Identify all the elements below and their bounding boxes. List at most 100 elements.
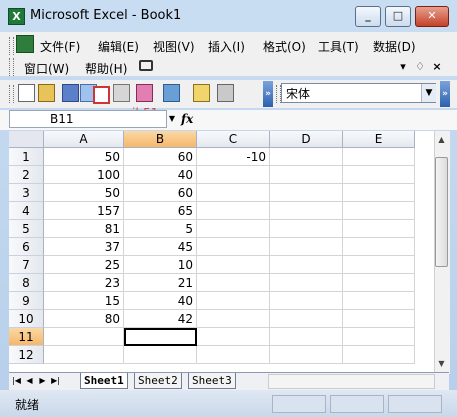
menu-format[interactable]: 格式(O) [261, 37, 308, 56]
cell-a3[interactable]: 50 [44, 184, 124, 202]
cell-b6[interactable]: 45 [124, 238, 197, 256]
print-preview-2-icon[interactable] [136, 84, 153, 102]
next-sheet-icon[interactable]: ▶ [37, 374, 48, 387]
cell-a6[interactable]: 37 [44, 238, 124, 256]
menu-window[interactable]: 窗口(W) [22, 59, 71, 78]
cell-a9[interactable]: 15 [44, 292, 124, 310]
cell-a11[interactable] [44, 328, 124, 346]
cell-d9[interactable] [270, 292, 343, 310]
cell-d10[interactable] [270, 310, 343, 328]
doc-minimize-button[interactable]: ▾ [396, 60, 410, 73]
column-header-e[interactable]: E [343, 131, 415, 148]
cell-e3[interactable] [343, 184, 415, 202]
cell-c11[interactable] [197, 328, 270, 346]
cell-b8[interactable]: 21 [124, 274, 197, 292]
minimize-button[interactable]: _ [355, 6, 381, 27]
research-icon[interactable] [193, 84, 210, 102]
maximize-button[interactable]: □ [385, 6, 411, 27]
cell-c7[interactable] [197, 256, 270, 274]
cell-a8[interactable]: 23 [44, 274, 124, 292]
cell-b12[interactable] [124, 346, 197, 364]
menu-data[interactable]: 数据(D) [371, 37, 418, 56]
cell-e7[interactable] [343, 256, 415, 274]
column-header-b[interactable]: B [124, 131, 197, 148]
column-header-a[interactable]: A [44, 131, 124, 148]
menubar-grip[interactable] [9, 37, 14, 55]
cell-c9[interactable] [197, 292, 270, 310]
row-header[interactable]: 6 [9, 238, 44, 256]
cell-b7[interactable]: 10 [124, 256, 197, 274]
cell-a5[interactable]: 81 [44, 220, 124, 238]
new-icon[interactable] [18, 84, 35, 102]
last-sheet-icon[interactable]: ▶| [50, 374, 61, 387]
cell-a7[interactable]: 25 [44, 256, 124, 274]
cell-c6[interactable] [197, 238, 270, 256]
cell-c5[interactable] [197, 220, 270, 238]
cell-d2[interactable] [270, 166, 343, 184]
menu-view[interactable]: 视图(V) [151, 37, 197, 56]
cell-d12[interactable] [270, 346, 343, 364]
row-header[interactable]: 4 [9, 202, 44, 220]
cell-c1[interactable]: -10 [197, 148, 270, 166]
cell-a2[interactable]: 100 [44, 166, 124, 184]
cell-d3[interactable] [270, 184, 343, 202]
cell-b11[interactable] [124, 328, 197, 346]
print-preview-icon[interactable] [93, 86, 110, 104]
cell-c10[interactable] [197, 310, 270, 328]
row-header[interactable]: 8 [9, 274, 44, 292]
menu-file[interactable]: 文件(F) [38, 37, 82, 56]
sheet-tab-sheet2[interactable]: Sheet2 [134, 373, 182, 389]
menu-insert[interactable]: 插入(I) [206, 37, 247, 56]
cell-e9[interactable] [343, 292, 415, 310]
cut-icon[interactable] [217, 84, 234, 102]
font-dropdown-icon[interactable]: ▼ [421, 84, 436, 102]
cell-a1[interactable]: 50 [44, 148, 124, 166]
cell-e11[interactable] [343, 328, 415, 346]
camera-icon[interactable] [139, 60, 153, 71]
cell-c4[interactable] [197, 202, 270, 220]
doc-close-button[interactable]: × [430, 60, 444, 73]
row-header[interactable]: 10 [9, 310, 44, 328]
cell-a12[interactable] [44, 346, 124, 364]
prev-sheet-icon[interactable]: ◀ [24, 374, 35, 387]
cell-d11[interactable] [270, 328, 343, 346]
save-icon[interactable] [62, 84, 79, 102]
column-header-c[interactable]: C [197, 131, 270, 148]
cell-d8[interactable] [270, 274, 343, 292]
format-toolbar-chevron-icon[interactable]: » [440, 81, 450, 107]
cell-e1[interactable] [343, 148, 415, 166]
cell-d5[interactable] [270, 220, 343, 238]
cell-b3[interactable]: 60 [124, 184, 197, 202]
doc-restore-button[interactable]: ♢ [413, 60, 427, 73]
row-header[interactable]: 1 [9, 148, 44, 166]
cell-b10[interactable]: 42 [124, 310, 197, 328]
cell-e6[interactable] [343, 238, 415, 256]
cell-d6[interactable] [270, 238, 343, 256]
column-header-d[interactable]: D [270, 131, 343, 148]
formula-input[interactable] [198, 111, 448, 129]
first-sheet-icon[interactable]: |◀ [11, 374, 22, 387]
workbook-icon[interactable] [16, 35, 34, 53]
cell-c2[interactable] [197, 166, 270, 184]
cell-d7[interactable] [270, 256, 343, 274]
cell-e5[interactable] [343, 220, 415, 238]
row-header[interactable]: 7 [9, 256, 44, 274]
cell-c12[interactable] [197, 346, 270, 364]
row-header[interactable]: 2 [9, 166, 44, 184]
cell-b4[interactable]: 65 [124, 202, 197, 220]
vertical-scroll-thumb[interactable] [435, 157, 448, 267]
row-header[interactable]: 3 [9, 184, 44, 202]
menu-tools[interactable]: 工具(T) [316, 37, 361, 56]
row-header[interactable]: 11 [9, 328, 44, 346]
row-header[interactable]: 5 [9, 220, 44, 238]
cell-a4[interactable]: 157 [44, 202, 124, 220]
cell-d1[interactable] [270, 148, 343, 166]
cell-c8[interactable] [197, 274, 270, 292]
fx-icon[interactable]: fx [181, 110, 193, 128]
print-icon[interactable] [113, 84, 130, 102]
cell-d4[interactable] [270, 202, 343, 220]
close-button[interactable]: ✕ [415, 6, 449, 27]
scroll-up-icon[interactable]: ▲ [435, 133, 448, 147]
select-all-corner[interactable] [9, 131, 44, 148]
worksheet-grid[interactable]: A B C D E 1 50 60 -10 2 100 40 3 50 60 4 157 65 5 81 5 6 37 45 7… [9, 131, 434, 372]
